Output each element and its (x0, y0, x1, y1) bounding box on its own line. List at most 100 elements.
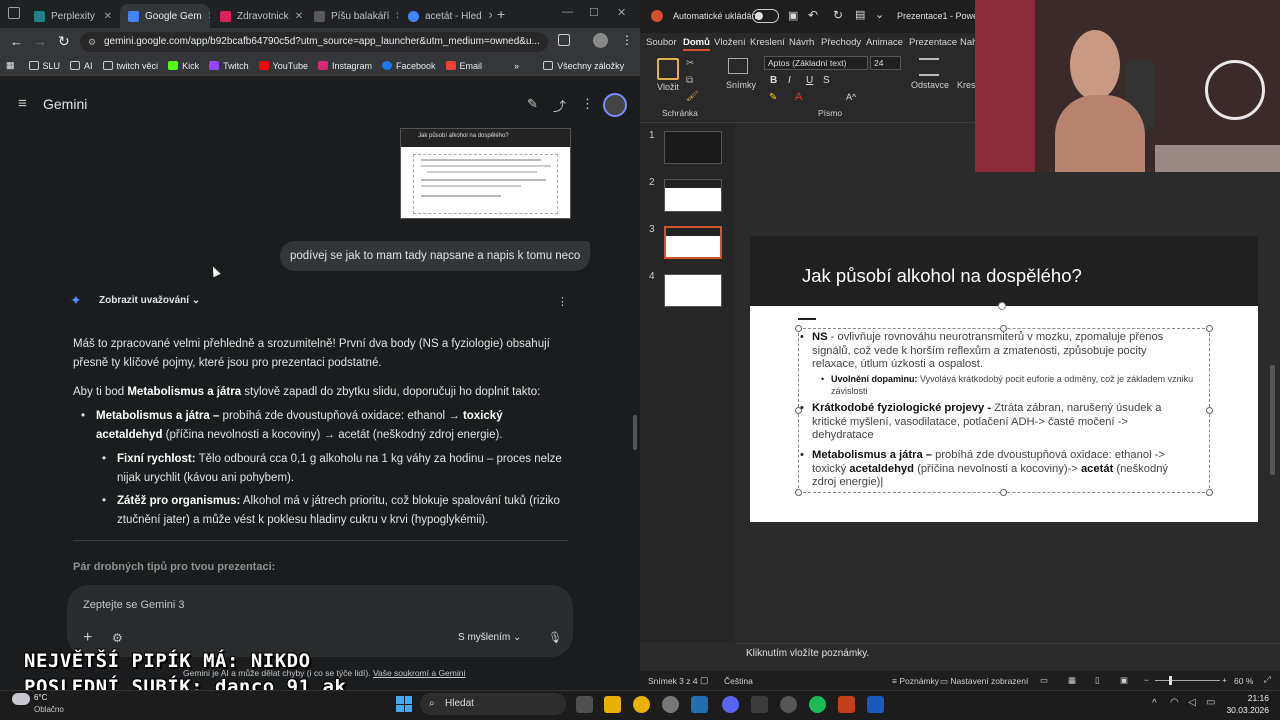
bookmark-ai[interactable]: AI (70, 61, 93, 71)
clock-date[interactable]: 30.03.2026 (1224, 705, 1269, 715)
slide-thumbnail-4[interactable] (664, 274, 722, 307)
close-icon[interactable]: ✕ (482, 11, 492, 22)
resize-handle[interactable] (1206, 489, 1213, 496)
site-info-icon[interactable]: ⚙ (88, 32, 96, 52)
zoom-in-icon[interactable]: + (1222, 675, 1227, 685)
privacy-link[interactable]: Vaše soukromí a Gemini (373, 668, 465, 678)
format-painter-icon[interactable]: 🖌 (686, 91, 699, 102)
store-icon[interactable] (691, 696, 708, 713)
bookmark-twitch[interactable]: Twitch (209, 61, 249, 71)
tools-icon[interactable]: ⚙ (112, 631, 123, 645)
spotify-icon[interactable] (809, 696, 826, 713)
paragraph-icon[interactable] (919, 58, 939, 76)
tab-soubor[interactable]: Soubor (646, 37, 677, 48)
hamburger-menu-icon[interactable]: ≡ (18, 95, 27, 112)
italic-icon[interactable]: I (788, 75, 791, 86)
tab-prezentace[interactable]: Prezentace (909, 37, 957, 48)
start-button[interactable] (396, 696, 412, 712)
microphone-icon[interactable]: 🎙 (548, 631, 562, 644)
increase-font-icon[interactable]: A^ (846, 92, 856, 102)
tab-pisu[interactable]: Píšu balakáří✕ (306, 4, 398, 28)
prompt-input[interactable]: Zeptejte se Gemini 3 (83, 599, 185, 611)
slide-thumbnail-1[interactable] (664, 131, 722, 164)
shadow-icon[interactable]: S (823, 75, 830, 86)
share-icon[interactable]: ⤴ (553, 96, 566, 115)
rotate-handle-icon[interactable] (998, 302, 1006, 310)
new-tab-icon[interactable]: + (497, 6, 505, 22)
close-window-icon[interactable]: ✕ (617, 6, 626, 19)
tab-perplexity[interactable]: Perplexity ✕ (26, 4, 120, 28)
bookmark-kick[interactable]: Kick (168, 61, 199, 71)
view-settings-button[interactable]: ▭ Nastavení zobrazení (940, 676, 1028, 687)
extensions-icon[interactable] (558, 34, 570, 46)
profile-avatar[interactable] (593, 33, 608, 48)
avatar[interactable] (603, 93, 627, 117)
slide-sorter-icon[interactable]: ▦ (1068, 675, 1076, 686)
word-icon[interactable] (867, 696, 884, 713)
obs-icon[interactable] (751, 696, 768, 713)
apps-icon[interactable]: ▦ (6, 60, 15, 71)
powerpoint-taskbar-icon[interactable] (838, 696, 855, 713)
task-view-icon[interactable] (576, 696, 593, 713)
customize-icon[interactable]: ⌄ (875, 8, 884, 21)
accessibility-icon[interactable]: ▢ (700, 675, 709, 686)
resize-handle[interactable] (795, 489, 802, 496)
fit-slide-icon[interactable]: ⤢ (1264, 674, 1271, 685)
taskbar-search[interactable]: ⌕ Hledat (420, 693, 566, 715)
file-explorer-icon[interactable] (604, 696, 621, 713)
discord-icon[interactable] (722, 696, 739, 713)
tray-chevron-icon[interactable]: ^ (1152, 698, 1157, 709)
tab-acetat[interactable]: acetát - Hled ✕ (400, 4, 492, 28)
redo-icon[interactable]: ↻ (833, 8, 843, 22)
tab-domu[interactable]: Domů (683, 37, 710, 51)
highlight-icon[interactable]: ✎ (769, 92, 777, 103)
slide-title[interactable]: Jak působí alkohol na dospělého? (802, 265, 1082, 287)
resize-handle[interactable] (1206, 407, 1213, 414)
underline-icon[interactable]: U (806, 75, 813, 86)
volume-icon[interactable]: ◁ (1188, 697, 1196, 708)
close-icon[interactable]: ✕ (289, 11, 303, 22)
back-icon[interactable]: ← (10, 34, 23, 49)
scrollbar[interactable] (1270, 365, 1275, 475)
bold-icon[interactable]: B (770, 75, 777, 86)
font-size-select[interactable]: 24 (870, 56, 901, 70)
resize-handle[interactable] (1000, 489, 1007, 496)
close-icon[interactable]: ✕ (98, 11, 112, 22)
bookmark-instagram[interactable]: Instagram (317, 61, 372, 71)
reading-view-icon[interactable]: ▯ (1095, 675, 1100, 686)
maximize-icon[interactable]: ☐ (589, 6, 599, 19)
slideshow-icon[interactable]: ▤ (855, 8, 865, 21)
tab-prechody[interactable]: Přechody (821, 37, 861, 48)
add-attachment-icon[interactable]: + (83, 629, 92, 647)
tab-kresleni[interactable]: Kreslení (750, 37, 785, 48)
tab-gemini[interactable]: Google Gem✕ (120, 4, 210, 28)
font-name-select[interactable]: Aptos (Základní text) (764, 56, 868, 70)
tab-navrh[interactable]: Návrh (789, 37, 814, 48)
save-icon[interactable]: ▣ (788, 9, 798, 22)
chrome-icon[interactable] (633, 696, 650, 713)
new-slide-icon[interactable] (728, 58, 748, 74)
paste-icon[interactable] (657, 58, 679, 80)
zoom-out-icon[interactable]: − (1144, 675, 1149, 685)
font-color-icon[interactable]: A (795, 91, 802, 103)
forward-icon[interactable]: → (34, 34, 47, 49)
slideshow-view-icon[interactable]: ▣ (1120, 675, 1128, 686)
resize-handle[interactable] (1206, 325, 1213, 332)
bookmark-facebook[interactable]: Facebook (382, 61, 436, 71)
minimize-icon[interactable]: — (562, 6, 573, 18)
notes-pane[interactable]: Kliknutím vložíte poznámky. (737, 643, 1280, 670)
scrollbar[interactable] (633, 415, 637, 450)
slide-thumbnail-3[interactable] (664, 226, 722, 259)
bookmark-youtube[interactable]: YouTube (258, 61, 308, 71)
undo-icon[interactable]: ↶ (808, 8, 818, 22)
close-icon[interactable]: ✕ (389, 11, 398, 22)
close-icon[interactable]: ✕ (202, 11, 210, 22)
clock-time[interactable]: 21:16 (1229, 693, 1269, 703)
tab-zdravotnick[interactable]: Zdravotnick ✕ (212, 4, 304, 28)
menu-icon[interactable]: ⋮ (621, 33, 633, 47)
tab-vlozeni[interactable]: Vložení (714, 37, 746, 48)
battery-icon[interactable]: ▭ (1206, 697, 1215, 708)
autosave-toggle[interactable] (752, 9, 779, 23)
app-icon[interactable] (780, 696, 797, 713)
slide-thumbnail-2[interactable] (664, 179, 722, 212)
